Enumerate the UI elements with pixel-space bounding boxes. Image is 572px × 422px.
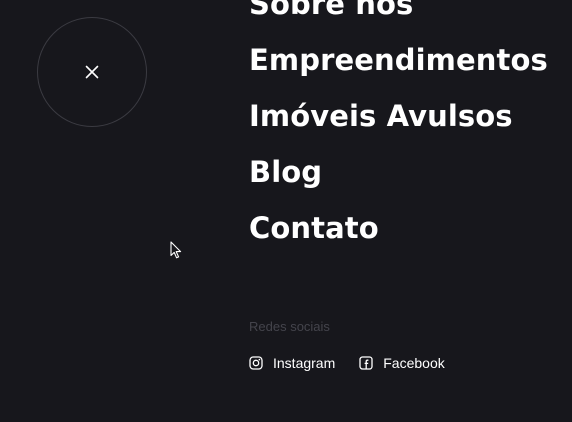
instagram-icon	[249, 356, 263, 370]
social-links: Instagram Facebook	[249, 355, 445, 371]
facebook-link[interactable]: Facebook	[359, 355, 445, 371]
nav-item-blog[interactable]: Blog	[249, 144, 548, 200]
social-heading: Redes sociais	[249, 319, 330, 334]
instagram-label: Instagram	[273, 355, 336, 371]
nav-item-sobre-nos[interactable]: Sobre nós	[249, 0, 548, 32]
nav-item-imoveis-avulsos[interactable]: Imóveis Avulsos	[249, 88, 548, 144]
nav-item-contato[interactable]: Contato	[249, 200, 548, 256]
nav-menu: Sobre nós Empreendimentos Imóveis Avulso…	[249, 0, 548, 256]
mouse-cursor-icon	[170, 241, 182, 259]
facebook-label: Facebook	[383, 355, 445, 371]
nav-item-empreendimentos[interactable]: Empreendimentos	[249, 32, 548, 88]
close-button[interactable]	[37, 17, 147, 127]
close-icon	[85, 65, 99, 79]
instagram-link[interactable]: Instagram	[249, 355, 335, 371]
facebook-icon	[359, 356, 373, 370]
